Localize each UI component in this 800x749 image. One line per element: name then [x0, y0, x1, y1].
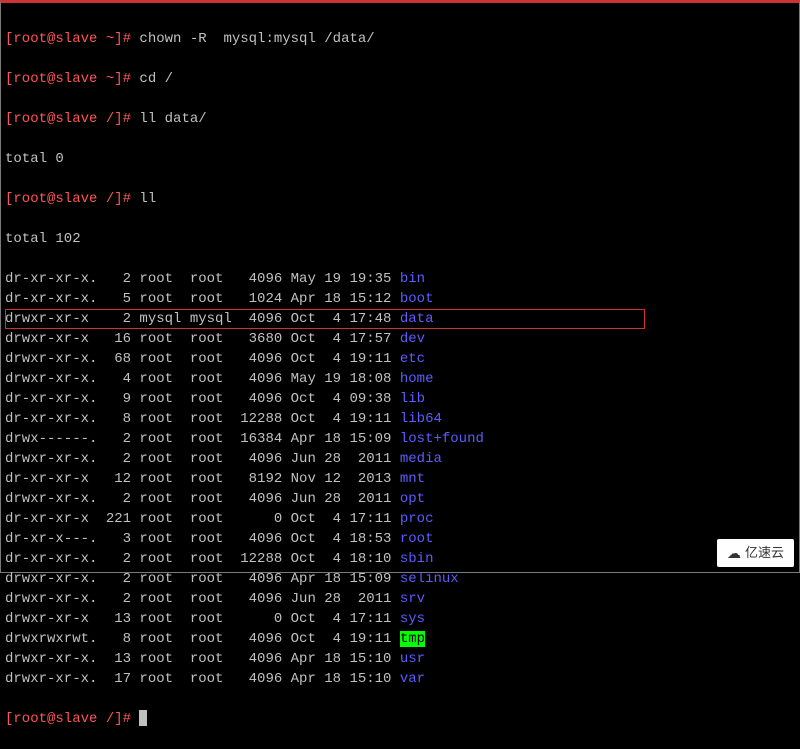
- prompt-user: [root@slave /]#: [5, 111, 131, 127]
- file-name: lib64: [400, 411, 442, 427]
- listing-row: dr-xr-xr-x. 2 root root 4096 May 19 19:3…: [5, 269, 795, 289]
- cursor-block: [139, 710, 147, 726]
- listing-row: dr-xr-xr-x. 9 root root 4096 Oct 4 09:38…: [5, 389, 795, 409]
- file-name: opt: [400, 491, 425, 507]
- file-name: tmp: [400, 631, 425, 647]
- file-meta: drwxr-xr-x. 17 root root 4096 Apr 18 15:…: [5, 671, 400, 687]
- listing-row: drwxr-xr-x 13 root root 0 Oct 4 17:11 sy…: [5, 609, 795, 629]
- listing-row: dr-xr-xr-x. 5 root root 1024 Apr 18 15:1…: [5, 289, 795, 309]
- prompt-user: [root@slave ~]#: [5, 71, 131, 87]
- command-text: chown -R mysql:mysql /data/: [131, 31, 375, 47]
- file-meta: dr-xr-xr-x. 2 root root 12288 Oct 4 18:1…: [5, 551, 400, 567]
- file-name: mnt: [400, 471, 425, 487]
- file-meta: dr-xr-xr-x. 5 root root 1024 Apr 18 15:1…: [5, 291, 400, 307]
- file-name: dev: [400, 331, 425, 347]
- listing-row: dr-xr-xr-x. 8 root root 12288 Oct 4 19:1…: [5, 409, 795, 429]
- file-meta: drwxr-xr-x. 2 root root 4096 Jun 28 2011: [5, 451, 400, 467]
- watermark-badge: ☁ 亿速云: [717, 539, 794, 567]
- file-meta: drwxr-xr-x. 13 root root 4096 Apr 18 15:…: [5, 651, 400, 667]
- file-meta: drwx------. 2 root root 16384 Apr 18 15:…: [5, 431, 400, 447]
- total-line: total 0: [5, 149, 795, 169]
- file-name: bin: [400, 271, 425, 287]
- listing-row: drwxr-xr-x. 2 root root 4096 Apr 18 15:0…: [5, 569, 795, 589]
- file-meta: drwxr-xr-x 2 mysql mysql 4096 Oct 4 17:4…: [5, 311, 400, 327]
- terminal-window[interactable]: [root@slave ~]# chown -R mysql:mysql /da…: [0, 0, 800, 573]
- file-name: data: [400, 311, 434, 327]
- command-text: cd /: [131, 71, 173, 87]
- file-meta: dr-xr-xr-x 221 root root 0 Oct 4 17:11: [5, 511, 400, 527]
- listing-row: drwxr-xr-x. 68 root root 4096 Oct 4 19:1…: [5, 349, 795, 369]
- file-name: var: [400, 671, 425, 687]
- file-meta: dr-xr-xr-x. 2 root root 4096 May 19 19:3…: [5, 271, 400, 287]
- command-text: [131, 711, 139, 727]
- listing-row: drwxr-xr-x. 17 root root 4096 Apr 18 15:…: [5, 669, 795, 689]
- file-name: usr: [400, 651, 425, 667]
- listing-row: drwx------. 2 root root 16384 Apr 18 15:…: [5, 429, 795, 449]
- listing-row: drwxr-xr-x. 2 root root 4096 Jun 28 2011…: [5, 449, 795, 469]
- listing-row: drwxr-xr-x. 4 root root 4096 May 19 18:0…: [5, 369, 795, 389]
- listing-row: drwxr-xr-x. 13 root root 4096 Apr 18 15:…: [5, 649, 795, 669]
- file-name: root: [400, 531, 434, 547]
- file-meta: drwxr-xr-x 13 root root 0 Oct 4 17:11: [5, 611, 400, 627]
- watermark-text: 亿速云: [745, 543, 784, 563]
- file-name: sbin: [400, 551, 434, 567]
- file-meta: drwxr-xr-x. 2 root root 4096 Jun 28 2011: [5, 491, 400, 507]
- command-text: ll: [131, 191, 156, 207]
- listing-row: dr-xr-x---. 3 root root 4096 Oct 4 18:53…: [5, 529, 795, 549]
- listing-row: drwxr-xr-x. 2 root root 4096 Jun 28 2011…: [5, 489, 795, 509]
- listing-row: dr-xr-xr-x 221 root root 0 Oct 4 17:11 p…: [5, 509, 795, 529]
- file-meta: drwxr-xr-x. 2 root root 4096 Jun 28 2011: [5, 591, 400, 607]
- prompt-line: [root@slave /]#: [5, 709, 795, 729]
- file-name: home: [400, 371, 434, 387]
- file-meta: drwxrwxrwt. 8 root root 4096 Oct 4 19:11: [5, 631, 400, 647]
- file-name: sys: [400, 611, 425, 627]
- prompt-line: [root@slave /]# ll: [5, 189, 795, 209]
- file-name: media: [400, 451, 442, 467]
- file-name: selinux: [400, 571, 459, 587]
- file-name: lost+found: [400, 431, 484, 447]
- listing-rows: dr-xr-xr-x. 2 root root 4096 May 19 19:3…: [5, 269, 795, 689]
- listing-row: drwxr-xr-x 2 mysql mysql 4096 Oct 4 17:4…: [5, 309, 645, 329]
- prompt-user: [root@slave /]#: [5, 191, 131, 207]
- listing-row: dr-xr-xr-x 12 root root 8192 Nov 12 2013…: [5, 469, 795, 489]
- file-meta: drwxr-xr-x. 2 root root 4096 Apr 18 15:0…: [5, 571, 400, 587]
- prompt-user: [root@slave ~]#: [5, 31, 131, 47]
- listing-row: drwxr-xr-x. 2 root root 4096 Jun 28 2011…: [5, 589, 795, 609]
- prompt-line: [root@slave ~]# cd /: [5, 69, 795, 89]
- file-name: srv: [400, 591, 425, 607]
- file-meta: dr-xr-x---. 3 root root 4096 Oct 4 18:53: [5, 531, 400, 547]
- listing-row: drwxrwxrwt. 8 root root 4096 Oct 4 19:11…: [5, 629, 795, 649]
- file-name: lib: [400, 391, 425, 407]
- listing-row: dr-xr-xr-x. 2 root root 12288 Oct 4 18:1…: [5, 549, 795, 569]
- file-meta: dr-xr-xr-x. 9 root root 4096 Oct 4 09:38: [5, 391, 400, 407]
- cloud-icon: ☁: [727, 543, 741, 563]
- file-name: proc: [400, 511, 434, 527]
- file-meta: dr-xr-xr-x. 8 root root 12288 Oct 4 19:1…: [5, 411, 400, 427]
- file-name: etc: [400, 351, 425, 367]
- command-text: ll data/: [131, 111, 207, 127]
- file-meta: drwxr-xr-x. 68 root root 4096 Oct 4 19:1…: [5, 351, 400, 367]
- prompt-user: [root@slave /]#: [5, 711, 131, 727]
- prompt-line: [root@slave ~]# chown -R mysql:mysql /da…: [5, 29, 795, 49]
- file-meta: drwxr-xr-x 16 root root 3680 Oct 4 17:57: [5, 331, 400, 347]
- total-line: total 102: [5, 229, 795, 249]
- file-meta: dr-xr-xr-x 12 root root 8192 Nov 12 2013: [5, 471, 400, 487]
- prompt-line: [root@slave /]# ll data/: [5, 109, 795, 129]
- listing-row: drwxr-xr-x 16 root root 3680 Oct 4 17:57…: [5, 329, 795, 349]
- file-name: boot: [400, 291, 434, 307]
- file-meta: drwxr-xr-x. 4 root root 4096 May 19 18:0…: [5, 371, 400, 387]
